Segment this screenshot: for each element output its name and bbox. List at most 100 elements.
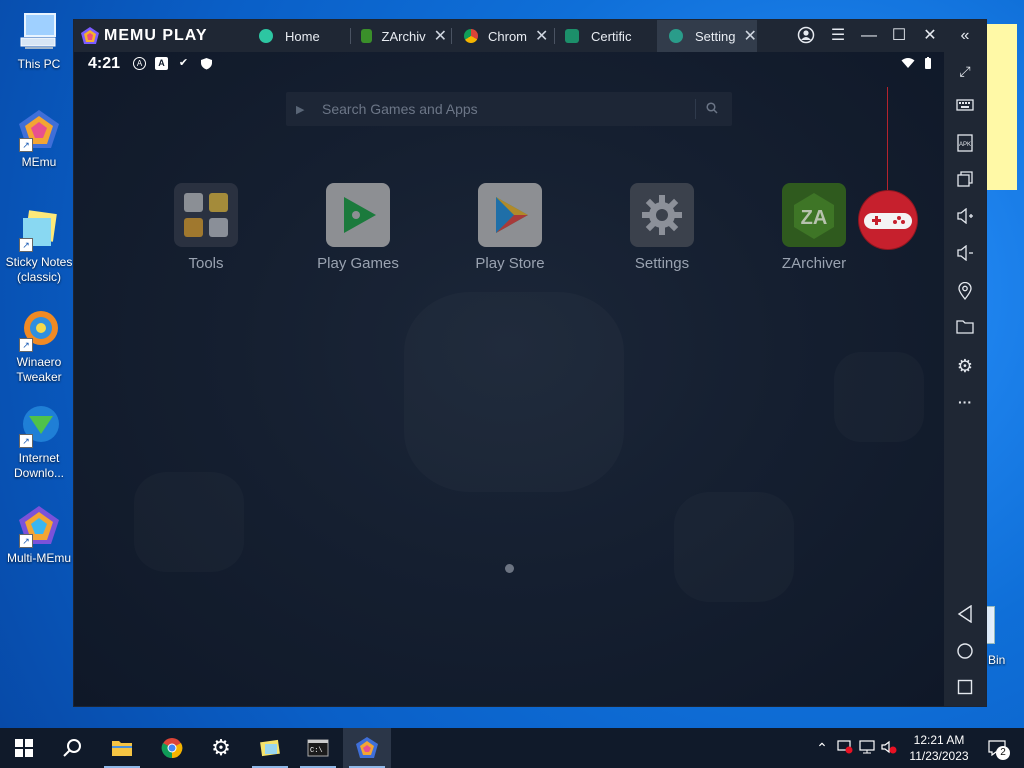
sticky-note-window[interactable] bbox=[986, 24, 1017, 190]
chrome-icon bbox=[464, 29, 478, 43]
maximize-icon[interactable]: ☐ bbox=[889, 26, 909, 46]
app-play-games[interactable]: Play Games bbox=[298, 183, 418, 272]
notification-count-badge: 2 bbox=[996, 746, 1010, 760]
desktop-icon-label: Winaero Tweaker bbox=[16, 355, 62, 384]
chrome-icon bbox=[161, 738, 183, 759]
multi-window-icon[interactable] bbox=[955, 171, 975, 191]
app-zarchiver[interactable]: ZA ZArchiver bbox=[754, 183, 874, 272]
multi-memu-icon: ↗ bbox=[17, 504, 61, 548]
app-play-store[interactable]: Play Store bbox=[450, 183, 570, 272]
tab-zarchiver[interactable]: ZArchiv ✕ bbox=[361, 20, 447, 52]
collapse-sidebar-icon[interactable]: « bbox=[955, 26, 975, 46]
tab-separator bbox=[554, 28, 555, 44]
desktop-icon-internet-download-manager[interactable]: ↗ Internet Downlo... bbox=[3, 404, 75, 481]
zarchiver-app-icon: ZA bbox=[782, 183, 846, 247]
tab-label: ZArchiv bbox=[381, 28, 426, 44]
volume-muted-icon[interactable] bbox=[878, 740, 900, 757]
recents-icon[interactable] bbox=[955, 679, 975, 699]
background-shape bbox=[834, 352, 924, 442]
close-icon[interactable]: ✕ bbox=[535, 26, 548, 46]
fullscreen-icon[interactable]: ⤢ bbox=[955, 61, 975, 81]
svg-text:C:\: C:\ bbox=[310, 747, 323, 755]
file-explorer-icon bbox=[112, 741, 132, 756]
network-alert-icon[interactable] bbox=[834, 739, 856, 757]
apk-icon[interactable]: APK bbox=[955, 134, 975, 154]
android-screen[interactable]: 4:21 A A ✔ ▶ Tools bbox=[74, 52, 944, 706]
play-store-small-icon: ▶ bbox=[296, 103, 305, 116]
background-shape bbox=[134, 472, 244, 572]
tab-label: Certific bbox=[591, 28, 632, 44]
desktop-icon-memu[interactable]: ↗ MEmu bbox=[3, 108, 75, 170]
close-window-icon[interactable]: ✕ bbox=[920, 26, 940, 46]
app-settings[interactable]: Settings bbox=[602, 183, 722, 272]
status-shield-icon bbox=[200, 57, 213, 70]
menu-icon[interactable]: ☰ bbox=[828, 26, 848, 46]
taskbar-memu[interactable] bbox=[343, 728, 391, 768]
windows-logo-icon bbox=[15, 739, 33, 757]
taskbar-settings[interactable]: ⚙ bbox=[197, 728, 245, 768]
settings-icon[interactable]: ⚙ bbox=[955, 356, 975, 376]
tab-home[interactable]: Home bbox=[259, 20, 345, 52]
close-icon[interactable]: ✕ bbox=[434, 26, 447, 46]
gear-icon bbox=[669, 29, 683, 43]
shortcut-arrow-icon: ↗ bbox=[19, 338, 33, 352]
status-a-circle-icon: A bbox=[133, 57, 146, 70]
winaero-tweaker-icon: ↗ bbox=[17, 308, 61, 352]
sticky-notes-icon bbox=[260, 739, 280, 757]
app-label: Play Store bbox=[475, 255, 545, 272]
more-icon[interactable]: ··· bbox=[955, 392, 975, 412]
keyboard-icon[interactable] bbox=[955, 97, 975, 117]
gamepad-float-button[interactable] bbox=[859, 191, 917, 249]
back-icon[interactable] bbox=[955, 604, 975, 625]
display-icon[interactable] bbox=[856, 739, 878, 757]
taskbar-file-explorer[interactable] bbox=[98, 728, 146, 768]
taskbar-command-prompt[interactable]: C:\ bbox=[294, 728, 342, 768]
taskbar-clock[interactable]: 12:21 AM 11/23/2023 bbox=[905, 732, 973, 764]
tab-certificates[interactable]: Certific bbox=[565, 20, 651, 52]
notification-center-button[interactable]: 2 bbox=[982, 728, 1012, 768]
folder-icon[interactable] bbox=[955, 319, 975, 339]
memu-sidebar: ⤢ APK ⚙ ··· bbox=[944, 52, 986, 706]
search-input[interactable] bbox=[320, 100, 685, 118]
start-button[interactable] bbox=[0, 728, 48, 768]
svg-text:ZA: ZA bbox=[801, 207, 828, 229]
location-icon[interactable] bbox=[955, 281, 975, 302]
memu-brand: MEMU PLAY bbox=[80, 26, 208, 46]
search-bar[interactable]: ▶ bbox=[286, 92, 732, 126]
desktop-icon-sticky-notes[interactable]: ↗ Sticky Notes (classic) bbox=[3, 208, 75, 285]
taskbar-chrome[interactable] bbox=[148, 728, 196, 768]
desktop-icon-multi-memu[interactable]: ↗ Multi-MEmu bbox=[3, 504, 75, 566]
android-clock: 4:21 bbox=[88, 55, 121, 72]
desktop-icon-this-pc[interactable]: This PC bbox=[3, 10, 75, 72]
desktop-icon-winaero-tweaker[interactable]: ↗ Winaero Tweaker bbox=[3, 308, 75, 385]
recycle-bin-label: Bin bbox=[988, 653, 1006, 667]
this-pc-icon bbox=[17, 10, 61, 54]
play-store-icon bbox=[478, 183, 542, 247]
settings-gear-icon bbox=[630, 183, 694, 247]
page-indicator-dot bbox=[505, 564, 514, 573]
volume-up-icon[interactable] bbox=[955, 207, 975, 228]
account-icon[interactable] bbox=[796, 26, 816, 46]
home-circle-icon[interactable] bbox=[955, 642, 975, 662]
minimize-icon[interactable]: — bbox=[859, 26, 879, 46]
taskbar-sticky-notes[interactable] bbox=[246, 728, 294, 768]
tab-chrome[interactable]: Chrom ✕ bbox=[464, 20, 550, 52]
memu-titlebar[interactable]: MEMU PLAY Home ZArchiv ✕ Chrom ✕ Certifi… bbox=[74, 20, 986, 52]
taskbar-search-button[interactable] bbox=[48, 728, 96, 768]
sticky-notes-icon: ↗ bbox=[17, 208, 61, 252]
apk-icon-text: APK bbox=[959, 142, 971, 148]
tools-folder-icon bbox=[174, 183, 238, 247]
search-icon[interactable] bbox=[706, 101, 720, 117]
tab-label: Chrom bbox=[488, 28, 528, 44]
battery-icon bbox=[921, 57, 934, 70]
volume-down-icon[interactable] bbox=[955, 244, 975, 265]
system-tray: ⌃ bbox=[814, 728, 900, 768]
close-icon[interactable]: ✕ bbox=[743, 26, 756, 46]
app-label: Play Games bbox=[317, 255, 399, 272]
play-games-icon bbox=[326, 183, 390, 247]
home-icon bbox=[259, 29, 273, 43]
app-tools[interactable]: Tools bbox=[146, 183, 266, 272]
chevron-up-icon[interactable]: ⌃ bbox=[814, 740, 830, 757]
internet-download-manager-icon: ↗ bbox=[17, 404, 61, 448]
tab-settings[interactable]: Setting ✕ bbox=[657, 20, 757, 52]
